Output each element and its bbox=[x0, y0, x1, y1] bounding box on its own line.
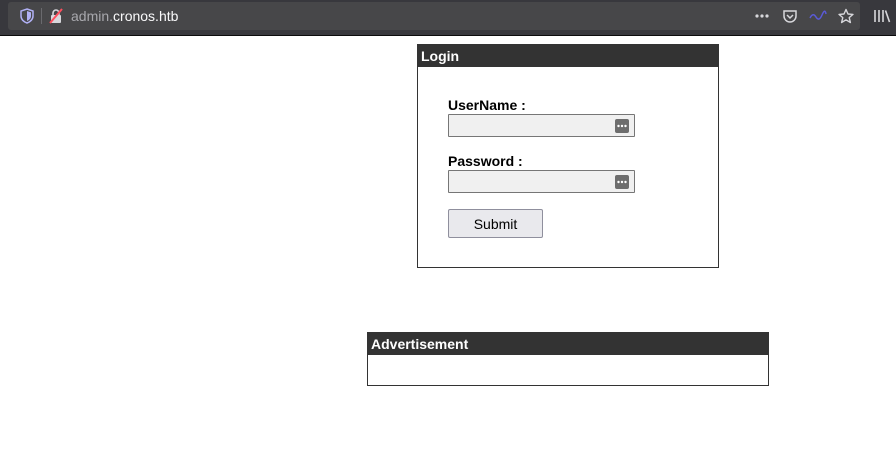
login-title: Login bbox=[418, 45, 718, 67]
password-field-wrapper bbox=[448, 170, 635, 193]
url-bar-actions bbox=[752, 6, 856, 26]
insecure-lock-icon[interactable] bbox=[48, 8, 64, 24]
password-manager-icon[interactable] bbox=[615, 175, 629, 189]
shield-icon[interactable] bbox=[19, 8, 35, 24]
password-manager-icon[interactable] bbox=[615, 119, 629, 133]
login-panel: Login UserName : Password : Submit bbox=[417, 44, 719, 268]
username-field-wrapper bbox=[448, 114, 635, 137]
username-input[interactable] bbox=[449, 115, 634, 136]
bookmark-star-icon[interactable] bbox=[836, 6, 856, 26]
advertisement-panel: Advertisement bbox=[367, 332, 769, 386]
screenshot-icon[interactable] bbox=[808, 6, 828, 26]
password-input[interactable] bbox=[449, 171, 634, 192]
url-bar-separator bbox=[41, 8, 42, 24]
pocket-icon[interactable] bbox=[780, 6, 800, 26]
library-icon[interactable] bbox=[872, 6, 892, 26]
url-domain: cronos.htb bbox=[113, 8, 179, 24]
url-subdomain: admin. bbox=[71, 8, 114, 24]
submit-button[interactable]: Submit bbox=[448, 209, 543, 238]
browser-toolbar: admin.cronos.htb bbox=[0, 0, 896, 36]
more-actions-icon[interactable] bbox=[752, 6, 772, 26]
url-bar[interactable]: admin.cronos.htb bbox=[8, 2, 860, 30]
url-text[interactable]: admin.cronos.htb bbox=[71, 8, 178, 24]
username-label: UserName : bbox=[448, 97, 526, 113]
advertisement-title: Advertisement bbox=[368, 333, 768, 355]
password-label: Password : bbox=[448, 153, 523, 169]
